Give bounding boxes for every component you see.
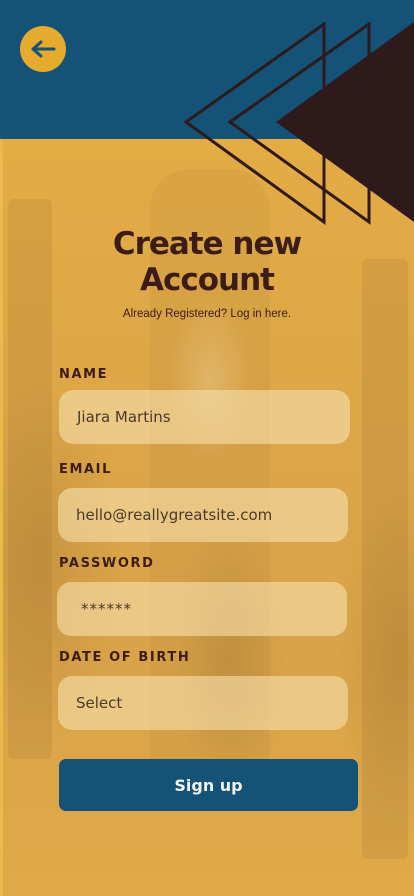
date-of-birth-label: DATE OF BIRTH xyxy=(59,650,191,665)
login-link[interactable]: Already Registered? Log in here. xyxy=(0,308,414,320)
password-input[interactable]: ****** xyxy=(57,582,347,636)
name-input[interactable]: Jiara Martins xyxy=(59,390,350,444)
email-input[interactable]: hello@reallygreatsite.com xyxy=(58,488,348,542)
email-label: EMAIL xyxy=(59,462,112,477)
header-band xyxy=(0,0,414,139)
background-column-right xyxy=(362,259,408,859)
back-button[interactable] xyxy=(20,26,66,72)
page-title: Create new Account xyxy=(0,226,414,298)
signup-button[interactable]: Sign up xyxy=(59,759,358,811)
name-label: NAME xyxy=(59,367,109,382)
title-line-2: Account xyxy=(140,262,275,298)
date-of-birth-select[interactable]: Select xyxy=(58,676,348,730)
title-line-1: Create new xyxy=(112,226,302,262)
arrow-left-icon xyxy=(31,40,56,58)
password-label: PASSWORD xyxy=(59,556,155,571)
